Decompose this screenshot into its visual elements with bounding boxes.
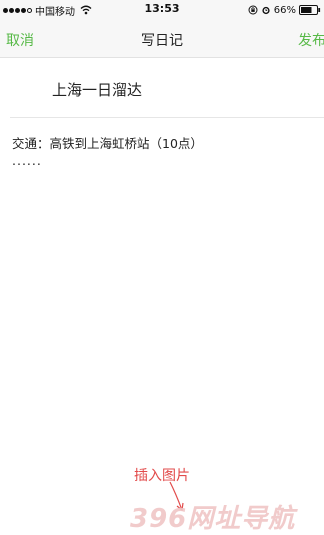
title-divider	[10, 117, 324, 118]
lock-rotation-icon	[248, 5, 258, 15]
nav-bar: 取消 写日记 发布	[0, 20, 324, 58]
carrier-name: 中国移动	[35, 6, 75, 18]
status-left: 中国移动	[3, 3, 92, 18]
alarm-icon	[262, 6, 270, 15]
cancel-button[interactable]: 取消	[6, 30, 34, 50]
battery-icon	[299, 5, 321, 15]
annotation-arrow-icon	[169, 481, 184, 512]
diary-body-line[interactable]: ......	[12, 153, 42, 168]
status-right: 66%	[248, 3, 321, 17]
signal-dots-icon	[3, 7, 32, 13]
diary-title-field[interactable]: 上海一日溜达	[0, 58, 324, 118]
page-title: 写日记	[141, 33, 183, 49]
battery-percent: 66%	[273, 4, 296, 16]
diary-title: 上海一日溜达	[52, 81, 143, 99]
wifi-icon	[80, 5, 92, 15]
publish-button[interactable]: 发布	[298, 30, 324, 50]
watermark: 396网址导航	[130, 504, 296, 534]
status-bar: 中国移动 13:53 66%	[0, 0, 324, 20]
diary-body-line[interactable]: 交通：高铁到上海虹桥站（10点）	[12, 133, 203, 152]
